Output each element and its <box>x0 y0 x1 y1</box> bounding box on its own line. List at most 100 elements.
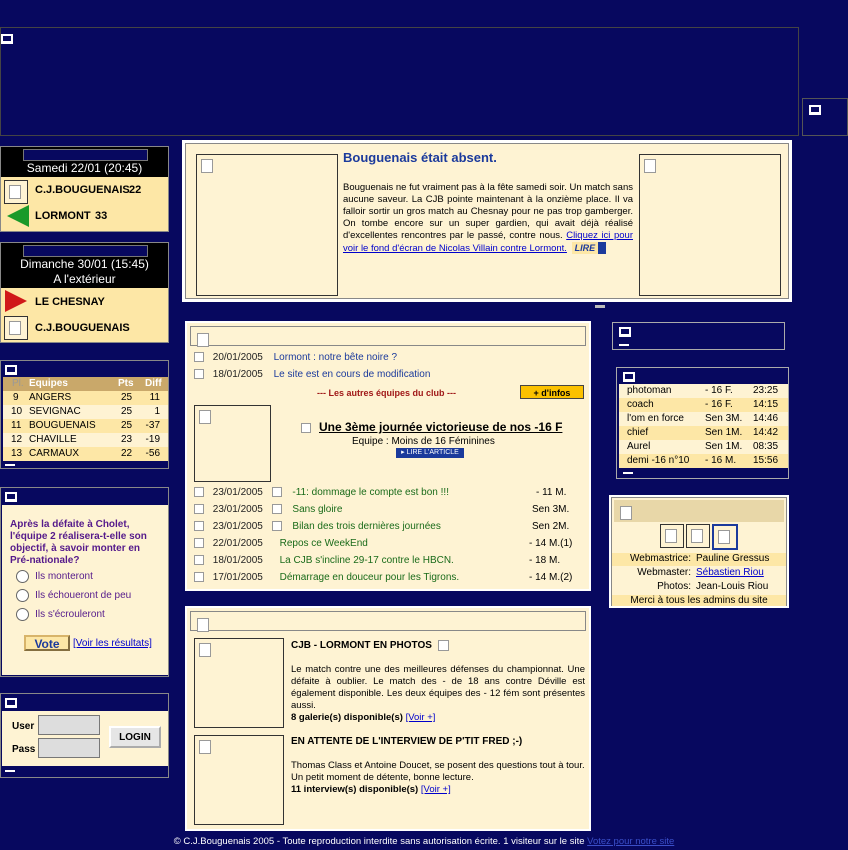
admins-box: Webmastrice: Pauline Gressus Webmaster: … <box>609 495 789 608</box>
interview-more-link[interactable]: [Voir +] <box>421 784 451 795</box>
user-team: - 16 F. <box>705 385 733 396</box>
gallery-description: Le match contre une des meilleures défen… <box>291 664 585 711</box>
bullet-icon <box>271 487 282 498</box>
col-diff: Diff <box>145 378 162 389</box>
interview-title[interactable]: EN ATTENTE DE L'INTERVIEW DE P'TIT FRED … <box>291 736 522 747</box>
row-team: CHAVILLE <box>29 434 77 445</box>
admin-row: Webmastrice: Pauline Gressus <box>612 553 786 566</box>
standings-footer-mark <box>5 464 15 466</box>
news-item[interactable]: 23/01/2005 Sans gloire Sen 3M. <box>194 504 584 515</box>
news-header-icon <box>193 329 209 347</box>
headline-image-right <box>639 154 781 296</box>
home-team-score: 22 <box>129 184 142 196</box>
table-row: 12 CHAVILLE 23 -19 <box>3 433 168 447</box>
right-header-icon <box>619 327 631 337</box>
admin-row: Webmaster: Sébastien Riou <box>612 567 786 580</box>
radio-option-1[interactable] <box>16 570 29 583</box>
radio-option-3[interactable] <box>16 608 29 621</box>
gallery-thumbnail[interactable] <box>194 638 284 728</box>
row-diff: -19 <box>145 434 160 445</box>
admin-name-link[interactable]: Sébastien Riou <box>696 567 764 578</box>
standings-header-icon <box>5 365 17 375</box>
bullet-icon <box>194 352 204 363</box>
gallery-count-line: 8 galerie(s) disponible(s) [Voir +] <box>291 712 435 723</box>
news-title: Sans gloire <box>292 504 343 515</box>
poll-option-label: Ils s'écrouleront <box>35 609 105 621</box>
news-title: La CJB s'incline 29-17 contre le HBCN. <box>279 555 454 566</box>
gallery-title[interactable]: CJB - LORMONT EN PHOTOS <box>291 640 449 651</box>
last-match-box: Samedi 22/01 (20:45) C.J.BOUGUENAIS 22 L… <box>0 146 169 232</box>
poll-option[interactable]: Ils échoueront de peu <box>16 589 131 602</box>
password-input[interactable] <box>38 738 100 758</box>
user-team: - 16 M. <box>705 455 737 466</box>
right-header-box <box>612 322 785 350</box>
row-team: ANGERS <box>29 392 72 403</box>
more-info-button[interactable]: + d'infos <box>520 385 584 399</box>
news-item[interactable]: 23/01/2005 Bilan des trois dernières jou… <box>194 521 584 532</box>
headline-body: Bouguenais était absent. Bouguenais ne f… <box>185 143 789 299</box>
interview-description: Thomas Class et Antoine Doucet, se posen… <box>291 760 585 783</box>
next-match-date: Dimanche 30/01 (15:45) <box>20 257 149 271</box>
news-item[interactable]: 22/01/2005 Repos ce WeekEnd - 14 M.(1) <box>194 538 584 549</box>
next-team-1: LE CHESNAY <box>35 296 105 308</box>
user-input[interactable] <box>38 715 100 735</box>
vote-button[interactable]: Vote <box>24 635 70 651</box>
admin-photo-3[interactable] <box>712 524 738 550</box>
login-button[interactable]: LOGIN <box>109 726 161 748</box>
row-place: 12 <box>11 434 23 445</box>
news-item[interactable]: 17/01/2005 Démarrage en douceur pour les… <box>194 572 584 583</box>
headline-title[interactable]: Bouguenais était absent. <box>343 150 497 165</box>
banner-image-icon <box>1 34 13 44</box>
news-team: - 14 M.(2) <box>529 572 573 583</box>
gallery-title-text: CJB - LORMONT EN PHOTOS <box>291 640 432 652</box>
poll-option[interactable]: Ils s'écrouleront <box>16 608 105 621</box>
home-team-logo <box>4 180 28 204</box>
admin-role: Photos: <box>657 581 691 592</box>
poll-results-link[interactable]: [Voir les résultats] <box>73 638 152 649</box>
next-match-location: A l'extérieur <box>53 272 116 286</box>
user-team: Sen 1M. <box>705 441 743 452</box>
interview-thumbnail[interactable] <box>194 735 284 825</box>
pass-label: Pass <box>12 744 36 755</box>
footer-vote-link[interactable]: Votez pour notre site <box>587 836 674 847</box>
media-box: CJB - LORMONT EN PHOTOS Le match contre … <box>185 606 591 831</box>
admin-name: Jean-Louis Riou <box>696 581 769 592</box>
news-top-item[interactable]: 20/01/2005 Lormont : notre bête noire ? <box>194 352 397 363</box>
news-date: 23/01/2005 <box>212 504 263 515</box>
bullet-icon <box>194 369 204 380</box>
bullet-icon <box>194 487 204 498</box>
table-row: 9 ANGERS 25 11 <box>3 391 168 405</box>
login-header-icon <box>5 698 17 708</box>
news-top-item[interactable]: 18/01/2005 Le site est en cours de modif… <box>194 369 430 380</box>
admin-photo-1[interactable] <box>660 524 684 548</box>
col-points: Pts <box>118 378 134 389</box>
gallery-more-link[interactable]: [Voir +] <box>406 712 436 723</box>
featured-article-title[interactable]: Une 3ème journée victorieuse de nos -16 … <box>319 420 562 434</box>
news-date: 20/01/2005 <box>212 352 263 363</box>
connected-footer-mark <box>623 472 633 474</box>
poll-header-icon <box>5 492 17 502</box>
news-item[interactable]: 18/01/2005 La CJB s'incline 29-17 contre… <box>194 555 584 566</box>
admin-photo-2[interactable] <box>686 524 710 548</box>
read-article-button[interactable]: ▸ LIRE L'ARTICLE <box>396 448 464 458</box>
header-banner <box>0 27 799 136</box>
admins-thanks: Merci à tous les admins du site <box>612 595 786 606</box>
read-button[interactable]: LIRE <box>571 242 607 254</box>
read-label: LIRE <box>574 243 596 253</box>
radio-option-2[interactable] <box>16 589 29 602</box>
poll-box: Après la défaite à Cholet, l'équipe 2 ré… <box>0 487 169 677</box>
other-teams-label: --- Les autres équipes du club --- <box>317 388 457 398</box>
standings-header-row: Pl. Equipes Pts Diff <box>3 377 168 391</box>
table-row: coach - 16 F. 14:15 <box>619 398 788 412</box>
login-body: User Pass LOGIN <box>2 711 168 766</box>
news-box: 20/01/2005 Lormont : notre bête noire ? … <box>185 321 591 591</box>
row-points: 23 <box>121 434 133 445</box>
next-team-2: C.J.BOUGUENAIS <box>35 322 130 334</box>
featured-bullet-icon <box>301 423 311 433</box>
user-name: coach <box>627 399 654 410</box>
poll-option[interactable]: Ils monteront <box>16 570 93 583</box>
row-points: 22 <box>121 448 133 459</box>
user-time: 23:25 <box>753 385 779 396</box>
news-item[interactable]: 23/01/2005 -11: dommage le compte est bo… <box>194 487 584 498</box>
news-date: 17/01/2005 <box>212 572 263 583</box>
